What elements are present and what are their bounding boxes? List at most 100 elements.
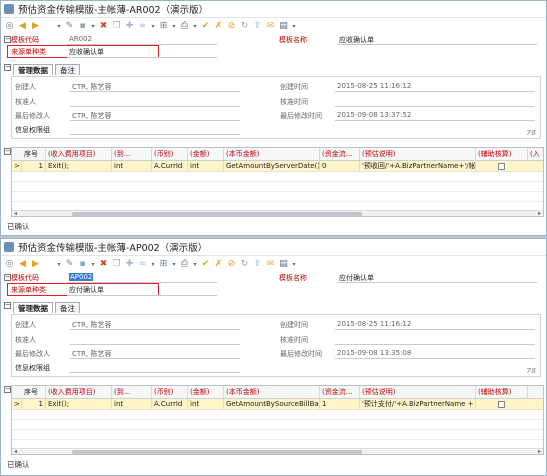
column-header[interactable]: (预估说明) <box>360 386 476 398</box>
column-header[interactable]: (币别) <box>152 148 188 160</box>
dropdown-icon[interactable]: ▾ <box>291 259 297 270</box>
table-row-empty[interactable] <box>12 410 543 420</box>
search-icon[interactable]: ◎ <box>4 259 15 270</box>
search-icon[interactable]: ◎ <box>4 21 15 32</box>
source-type-input[interactable]: 应付确认单 <box>69 285 104 295</box>
link-icon[interactable]: ∞ <box>137 259 148 270</box>
table-cell[interactable]: 1 <box>22 399 46 409</box>
column-header[interactable]: (本币金额) <box>224 148 320 160</box>
column-header[interactable]: (入 <box>528 148 543 160</box>
dropdown-icon[interactable]: ▾ <box>150 259 156 270</box>
new-document-icon[interactable]: ▭ <box>43 259 54 270</box>
header-collapse-toggle[interactable]: − <box>4 274 11 281</box>
tab-manage-data[interactable]: 管理数据 <box>13 64 53 75</box>
table-cell[interactable]: int <box>112 399 152 409</box>
tab-remark[interactable]: 备注 <box>55 64 80 75</box>
horizontal-scrollbar[interactable]: ◂ ▸ <box>12 210 543 216</box>
tab-manage-data[interactable]: 管理数据 <box>13 302 53 313</box>
mail-icon[interactable]: ✉ <box>265 259 276 270</box>
dropdown-icon[interactable]: ▾ <box>192 259 198 270</box>
grid-collapse-toggle[interactable]: − <box>4 148 11 155</box>
refresh-icon[interactable]: ↻ <box>239 21 250 32</box>
export-icon[interactable]: ⇪ <box>252 259 263 270</box>
report-icon[interactable]: ▤ <box>278 21 289 32</box>
manage-section-collapse-toggle[interactable]: − <box>4 302 11 309</box>
dropdown-icon[interactable]: ▾ <box>90 21 96 32</box>
edit-icon[interactable]: ✎ <box>64 259 75 270</box>
report-icon[interactable]: ▤ <box>278 259 289 270</box>
edit-icon[interactable]: ✎ <box>64 21 75 32</box>
column-header[interactable]: (收入费用项目) <box>46 386 112 398</box>
new-document-icon[interactable]: ▭ <box>43 21 54 32</box>
scroll-left-icon[interactable]: ◂ <box>14 448 17 454</box>
back-arrow-icon[interactable]: ◀ <box>17 21 28 32</box>
column-header[interactable]: (到... <box>112 386 152 398</box>
column-header[interactable]: (辅助核算) <box>476 148 528 160</box>
column-header[interactable]: (收入费用项目) <box>46 148 112 160</box>
table-row-empty[interactable] <box>12 430 543 440</box>
copy-icon[interactable]: ❐ <box>111 259 122 270</box>
table-row-empty[interactable] <box>12 172 543 182</box>
save-icon[interactable]: ▪ <box>77 259 88 270</box>
auxiliary-accounting-checkbox[interactable] <box>498 401 505 408</box>
audit-icon[interactable]: ✔ <box>200 21 211 32</box>
table-row-empty[interactable] <box>12 192 543 202</box>
expand-icon[interactable]: ⊞ <box>158 21 169 32</box>
export-icon[interactable]: ⇪ <box>252 21 263 32</box>
table-cell[interactable]: GetAmountBySourceBillBa <box>224 399 320 409</box>
template-code-input[interactable]: AR002 <box>69 35 92 43</box>
column-header[interactable]: (资金流... <box>320 148 360 160</box>
column-header[interactable]: (币别) <box>152 386 188 398</box>
unaudit-icon[interactable]: ✗ <box>213 259 224 270</box>
audit-icon[interactable]: ✔ <box>200 259 211 270</box>
print-icon[interactable]: ⎙ <box>179 259 190 270</box>
attach-icon[interactable]: ✚ <box>124 21 135 32</box>
table-cell[interactable]: GetAmountByServerDate() <box>224 161 320 171</box>
table-row[interactable]: >1 Exit(); int A.CurrId int GetAmountByServer… <box>12 161 543 172</box>
table-cell[interactable]: int <box>188 399 224 409</box>
print-icon[interactable]: ⎙ <box>179 21 190 32</box>
source-type-input[interactable]: 应收确认单 <box>69 47 104 57</box>
table-cell[interactable]: int <box>188 161 224 171</box>
refresh-icon[interactable]: ↻ <box>239 259 250 270</box>
unaudit-icon[interactable]: ✗ <box>213 21 224 32</box>
dropdown-icon[interactable]: ▾ <box>150 21 156 32</box>
forward-arrow-icon[interactable]: ▶ <box>30 259 41 270</box>
column-header[interactable]: (到... <box>112 148 152 160</box>
dropdown-icon[interactable]: ▾ <box>192 21 198 32</box>
mail-icon[interactable]: ✉ <box>265 21 276 32</box>
table-cell[interactable]: '预计支付/'+A.BizPartnerName + <box>360 399 476 409</box>
table-cell[interactable]: Exit(); <box>46 399 112 409</box>
delete-icon[interactable]: ✖ <box>98 259 109 270</box>
scroll-left-icon[interactable]: ◂ <box>14 210 17 216</box>
column-header[interactable]: (金额) <box>188 386 224 398</box>
dropdown-icon[interactable]: ▾ <box>171 259 177 270</box>
close-audit-icon[interactable]: ⊘ <box>226 21 237 32</box>
column-header[interactable]: (本币金额) <box>224 386 320 398</box>
attach-icon[interactable]: ✚ <box>124 259 135 270</box>
table-cell[interactable]: int <box>112 161 152 171</box>
column-header[interactable]: (资金流... <box>320 386 360 398</box>
column-header[interactable]: 序号 <box>22 148 46 160</box>
auxiliary-accounting-checkbox[interactable] <box>498 163 505 170</box>
column-header[interactable]: (金额) <box>188 148 224 160</box>
column-header[interactable]: (预估说明) <box>360 148 476 160</box>
forward-arrow-icon[interactable]: ▶ <box>30 21 41 32</box>
close-audit-icon[interactable]: ⊘ <box>226 259 237 270</box>
header-collapse-toggle[interactable]: − <box>4 36 11 43</box>
back-arrow-icon[interactable]: ◀ <box>17 259 28 270</box>
scrollbar-thumb[interactable] <box>72 450 362 454</box>
dropdown-icon[interactable]: ▾ <box>291 21 297 32</box>
copy-icon[interactable]: ❐ <box>111 21 122 32</box>
horizontal-scrollbar[interactable]: ◂ ▸ <box>12 448 543 454</box>
column-header[interactable]: 序号 <box>22 386 46 398</box>
table-cell[interactable]: 0 <box>320 161 360 171</box>
table-cell[interactable]: 1 <box>320 399 360 409</box>
table-cell[interactable]: 1 <box>22 161 46 171</box>
dropdown-icon[interactable]: ▾ <box>56 259 62 270</box>
table-row-empty[interactable] <box>12 182 543 192</box>
link-icon[interactable]: ∞ <box>137 21 148 32</box>
scrollbar-thumb[interactable] <box>72 212 362 216</box>
table-cell[interactable]: A.CurrId <box>152 399 188 409</box>
table-cell[interactable]: A.CurrId <box>152 161 188 171</box>
